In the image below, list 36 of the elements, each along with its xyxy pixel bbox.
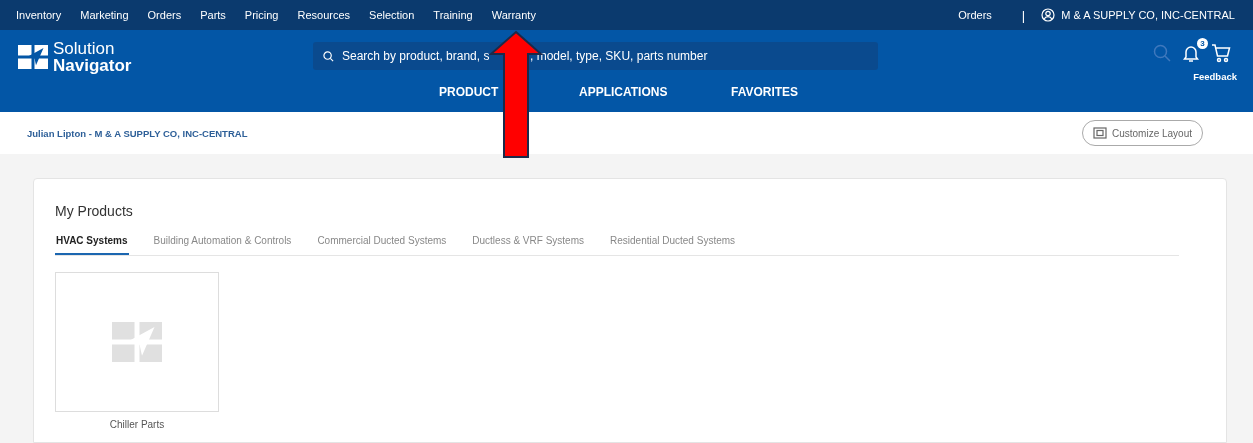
layout-icon xyxy=(1092,127,1107,139)
category-tab[interactable]: Building Automation & Controls xyxy=(152,235,293,255)
top-nav-link[interactable]: Parts xyxy=(200,9,226,21)
feedback-link[interactable]: Feedback xyxy=(1193,71,1237,82)
category-tab[interactable]: HVAC Systems xyxy=(55,235,129,255)
breadcrumb: Julian Lipton - M & A SUPPLY CO, INC-CENTRAL xyxy=(27,127,248,139)
top-nav-link[interactable]: Pricing xyxy=(244,9,279,21)
search-icon xyxy=(323,50,334,62)
top-nav-link[interactable]: Resources xyxy=(297,9,351,21)
main-nav-link[interactable]: PRODUCT xyxy=(439,85,579,99)
bell-icon[interactable] xyxy=(1181,43,1201,63)
orders-link[interactable]: Orders xyxy=(958,9,992,21)
top-nav-link[interactable]: Training xyxy=(433,9,473,21)
category-tab[interactable]: Ductless & VRF Systems xyxy=(471,235,585,255)
top-nav-link[interactable]: Marketing xyxy=(80,9,129,21)
top-nav-link[interactable]: Warranty xyxy=(491,9,536,21)
main-nav-link[interactable]: APPLICATIONS xyxy=(579,85,731,99)
category-tab[interactable]: Residential Ducted Systems xyxy=(609,235,737,255)
logo-icon xyxy=(18,45,48,69)
separator: | xyxy=(1021,7,1026,23)
top-nav-link[interactable]: Orders xyxy=(147,9,182,21)
product-tile[interactable] xyxy=(55,272,219,412)
category-tab[interactable]: Commercial Ducted Systems xyxy=(316,235,448,255)
user-icon xyxy=(1041,8,1056,22)
logo-text: Solution xyxy=(53,40,116,57)
main-nav-link[interactable]: FAVORITES xyxy=(731,85,831,99)
tile-label: Chiller Parts xyxy=(109,419,165,430)
top-nav-link[interactable]: Selection xyxy=(369,9,415,21)
cart-icon[interactable] xyxy=(1211,43,1231,63)
account-link[interactable]: M & A SUPPLY CO, INC-CENTRAL xyxy=(1041,8,1235,22)
logo-text: Navigator xyxy=(53,57,132,74)
section-title: My Products xyxy=(55,203,134,219)
placeholder-logo-icon xyxy=(112,322,162,362)
notification-badge: 3 xyxy=(1197,38,1208,49)
top-nav-link[interactable]: Inventory xyxy=(16,9,62,21)
customize-layout-button[interactable]: Customize Layout xyxy=(1081,120,1203,146)
